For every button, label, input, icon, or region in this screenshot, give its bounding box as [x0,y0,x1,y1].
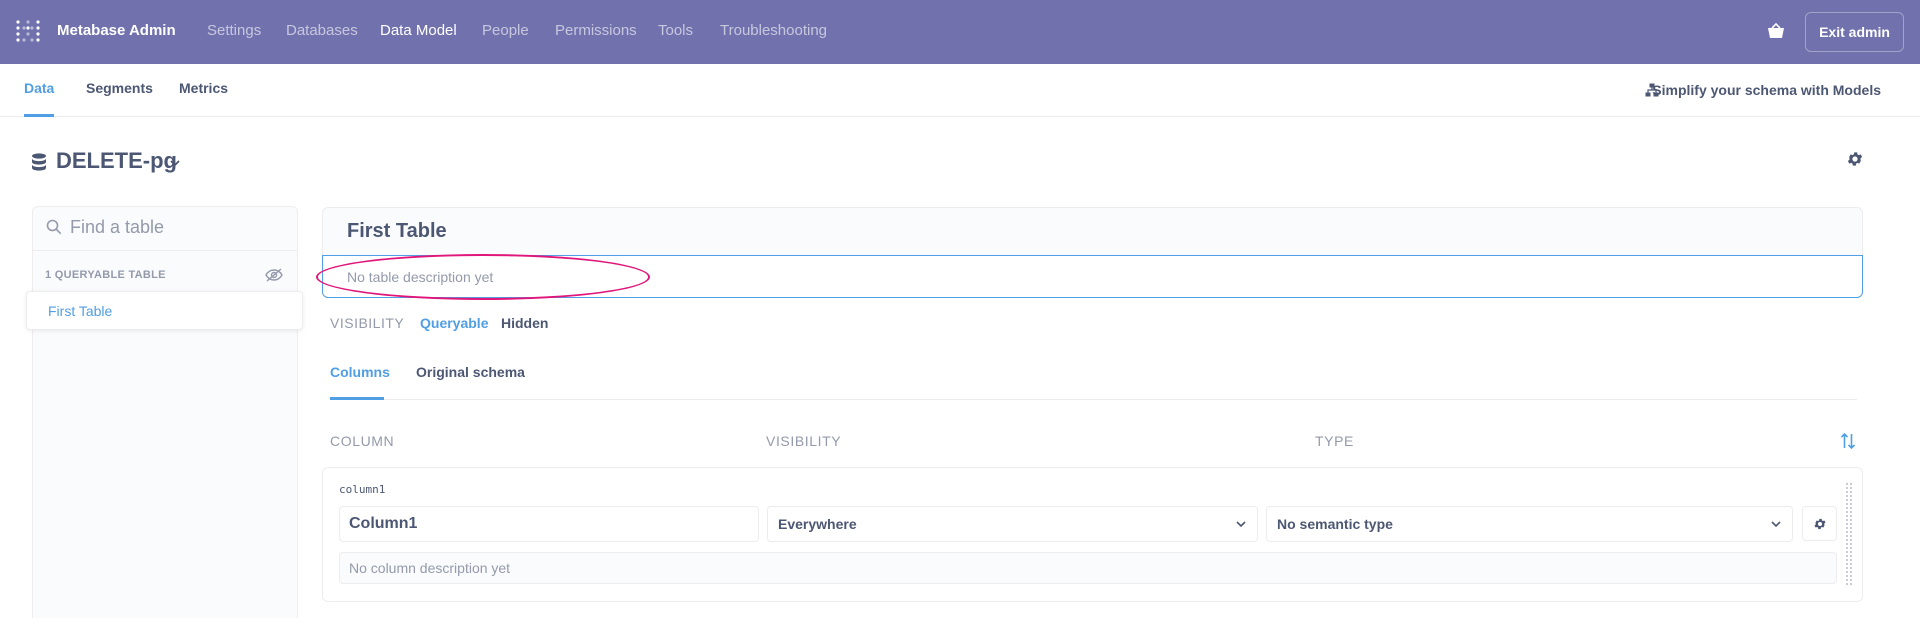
column-visibility-value: Everywhere [778,516,857,532]
nav-databases[interactable]: Databases [286,22,358,39]
database-icon [32,153,46,171]
store-bag-icon[interactable] [1767,22,1785,40]
simplify-schema-link[interactable]: Simplify your schema with Models [1652,82,1881,98]
column-header-column: COLUMN [330,433,395,449]
active-tab-indicator [24,114,54,117]
semantic-type-value: No semantic type [1277,516,1393,532]
tabs-divider [330,399,1857,400]
nav-troubleshooting[interactable]: Troubleshooting [720,22,827,39]
model-schema-icon [1645,83,1659,97]
semantic-type-select[interactable]: No semantic type [1266,506,1793,542]
chevron-down-icon [1771,521,1781,528]
sidebar-item-first-table[interactable]: First Table [26,291,303,330]
nav-tools[interactable]: Tools [658,22,693,39]
active-tab-indicator [330,397,384,400]
tab-columns[interactable]: Columns [330,364,390,380]
queryable-tables-count: 1 QUERYABLE TABLE [45,269,166,281]
metabase-logo-icon[interactable] [15,19,41,45]
tab-segments[interactable]: Segments [86,80,153,96]
sidebar-divider [33,250,297,251]
chevron-down-icon[interactable] [169,158,181,168]
exit-admin-button[interactable]: Exit admin [1805,12,1904,52]
nav-people[interactable]: People [482,22,529,39]
column-raw-name: column1 [339,483,386,496]
column-description-input[interactable]: No column description yet [339,552,1837,584]
nav-data-model[interactable]: Data Model [380,22,457,39]
chevron-down-icon [1236,521,1246,528]
sort-icon[interactable] [1840,432,1856,450]
gear-icon [1814,518,1826,530]
column-visibility-select[interactable]: Everywhere [767,506,1258,542]
column-header-visibility: VISIBILITY [766,433,842,449]
table-sidebar [32,206,298,618]
visibility-label: VISIBILITY [330,315,405,331]
database-name[interactable]: DELETE-pg [56,148,177,174]
data-model-subnav: Data Segments Metrics Simplify your sche… [0,64,1920,117]
column-settings-button[interactable] [1802,506,1837,541]
table-title: First Table [347,220,447,242]
table-search-input[interactable] [70,215,290,239]
search-icon [46,219,62,235]
drag-handle-icon[interactable] [1845,482,1853,586]
visibility-hidden-option[interactable]: Hidden [501,315,548,331]
tab-data[interactable]: Data [24,80,54,96]
annotation-ellipse [316,254,650,300]
eye-crossed-icon[interactable] [265,267,283,283]
sidebar-item-label: First Table [48,303,113,319]
nav-permissions[interactable]: Permissions [555,22,637,39]
tab-original-schema[interactable]: Original schema [416,364,525,380]
nav-settings[interactable]: Settings [207,22,261,39]
admin-topbar: Metabase Admin Settings Databases Data M… [0,0,1920,64]
table-title-field[interactable]: First Table [322,207,1863,256]
tab-metrics[interactable]: Metrics [179,80,228,96]
app-title: Metabase Admin [57,22,176,39]
gear-icon[interactable] [1846,150,1864,168]
column-display-name-input[interactable]: Column1 [339,506,759,542]
column-header-type: TYPE [1315,433,1354,449]
visibility-queryable-option[interactable]: Queryable [420,315,488,331]
